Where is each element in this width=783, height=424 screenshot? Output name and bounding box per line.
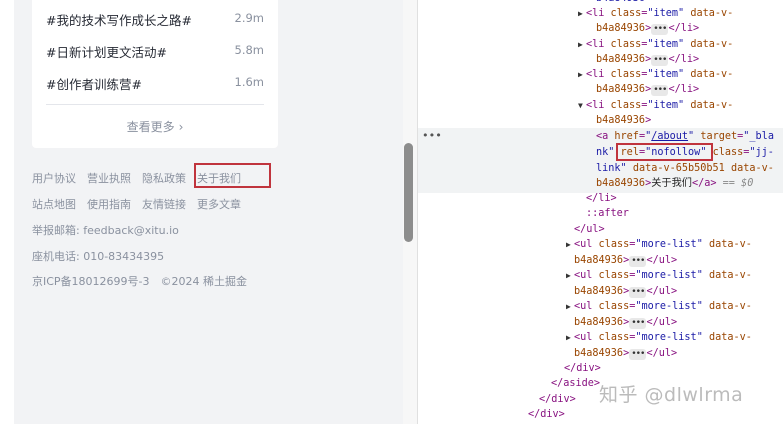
dom-node-li-expanded[interactable]: ▼ <li class="item" data-v- xyxy=(578,98,733,114)
footer-copyright: ©2024 稀土掘金 xyxy=(160,275,248,288)
collapsed-triangle-icon[interactable]: ▶ xyxy=(566,330,574,346)
dom-node-ul-cont: b4a84936> ••• </ul> xyxy=(574,317,678,329)
ellipsis-icon[interactable]: ••• xyxy=(651,85,669,96)
dom-close-div: </div> xyxy=(539,394,576,405)
footer-icp[interactable]: 京ICP备18012699号-3 xyxy=(32,275,150,288)
watermark-text: 知乎 @dlwlrma xyxy=(599,384,744,406)
dom-node-ul[interactable]: ▶ <ul class="more-list" data-v- xyxy=(566,299,752,315)
dom-node-ul[interactable]: ▶ <ul class="more-list" data-v- xyxy=(566,237,752,253)
topic-count: 1.6m xyxy=(234,75,265,89)
dom-node-ul-cont: b4a84936> ••• </ul> xyxy=(574,286,678,298)
node-menu-icon[interactable]: ••• xyxy=(422,128,442,144)
divider xyxy=(46,104,264,105)
ellipsis-icon[interactable]: ••• xyxy=(629,318,647,329)
chevron-right-icon: › xyxy=(178,120,184,134)
topic-name: #创作者训练营# xyxy=(46,77,142,92)
footer-link-business-license[interactable]: 营业执照 xyxy=(87,172,131,185)
scrollbar-thumb[interactable] xyxy=(404,143,413,242)
footer-link-guide[interactable]: 使用指南 xyxy=(87,198,131,211)
footer-icp-row: 京ICP备18012699号-3 ©2024 稀土掘金 xyxy=(32,273,258,289)
collapsed-triangle-icon[interactable]: ▶ xyxy=(578,37,586,53)
dom-node-ul-cont: b4a84936> ••• </ul> xyxy=(574,348,678,360)
topics-card: #我的技术写作成长之路# 2.9m #日新计划更文活动# 5.8m #创作者训练… xyxy=(32,0,278,148)
about-us-highlight-box xyxy=(194,163,271,188)
view-more-link[interactable]: 查看更多 › xyxy=(32,118,278,135)
collapsed-triangle-icon[interactable]: ▶ xyxy=(566,237,574,253)
ellipsis-icon[interactable]: ••• xyxy=(651,24,669,35)
dom-node-li[interactable]: ▶ <li class="item" data-v- xyxy=(578,37,733,53)
dom-close-div: </div> xyxy=(528,409,565,420)
dom-node-li-cont: b4a84936> ••• </li> xyxy=(596,23,700,35)
dom-node-ul[interactable]: ▶ <ul class="more-list" data-v- xyxy=(566,268,752,284)
footer-link-user-agreement[interactable]: 用户协议 xyxy=(32,172,76,185)
dom-node-anchor-cont: b4a84936>关于我们</a> == $0 xyxy=(596,178,754,189)
ellipsis-icon[interactable]: ••• xyxy=(629,256,647,267)
footer-link-friends[interactable]: 友情链接 xyxy=(142,198,186,211)
dom-node-li-cont: b4a84936> ••• </li> xyxy=(596,54,700,66)
topic-item[interactable]: #我的技术写作成长之路# 2.9m xyxy=(46,10,264,28)
collapsed-triangle-icon[interactable]: ▶ xyxy=(578,6,586,22)
footer-links-row: 站点地图 使用指南 友情链接 更多文章 xyxy=(32,196,252,212)
dom-close-aside: </aside> xyxy=(551,378,601,389)
ellipsis-icon[interactable]: ••• xyxy=(651,55,669,66)
ellipsis-icon[interactable]: ••• xyxy=(629,349,647,360)
dom-node-li-cont: b4a84936> xyxy=(596,115,652,126)
view-more-label: 查看更多 xyxy=(126,120,175,134)
topic-name: #我的技术写作成长之路# xyxy=(46,13,192,28)
collapsed-triangle-icon[interactable]: ▶ xyxy=(566,268,574,284)
topic-item[interactable]: #日新计划更文活动# 5.8m xyxy=(46,42,264,60)
ellipsis-icon[interactable]: ••• xyxy=(629,287,647,298)
dom-close-div: </div> xyxy=(564,363,601,374)
collapsed-triangle-icon[interactable]: ▶ xyxy=(566,299,574,315)
dom-close-ul: </ul> xyxy=(574,224,605,235)
dom-node-ul[interactable]: ▶ <ul class="more-list" data-v- xyxy=(566,330,752,346)
dom-close-li: </li> xyxy=(586,193,617,204)
dom-node-li[interactable]: ▶ <li class="item" data-v- xyxy=(578,67,733,83)
dom-node-anchor-cont: link" data-v-65b50b51 data-v- xyxy=(596,163,774,174)
footer-link-more-articles[interactable]: 更多文章 xyxy=(197,198,241,211)
page-preview: #我的技术写作成长之路# 2.9m #日新计划更文活动# 5.8m #创作者训练… xyxy=(14,0,403,424)
expanded-triangle-icon[interactable]: ▼ xyxy=(578,98,586,114)
dom-pseudo-after[interactable]: ::after xyxy=(586,206,629,222)
footer-report-email[interactable]: 举报邮箱: feedback@xitu.io xyxy=(32,222,179,238)
collapsed-triangle-icon[interactable]: ▶ xyxy=(578,67,586,83)
dom-node-ul-cont: b4a84936> ••• </ul> xyxy=(574,255,678,267)
topic-item[interactable]: #创作者训练营# 1.6m xyxy=(46,74,264,92)
topic-count: 5.8m xyxy=(234,43,265,57)
topic-name: #日新计划更文活动# xyxy=(46,45,167,60)
footer-link-sitemap[interactable]: 站点地图 xyxy=(32,198,76,211)
devtools-elements-panel: ••• b4a84936 ▶<li class="item" data-v- b… xyxy=(417,0,783,424)
footer-link-privacy[interactable]: 隐私政策 xyxy=(142,172,186,185)
dom-node-li[interactable]: ▶ <li class="item" data-v- xyxy=(578,6,733,22)
footer-phone: 座机电话: 010-83434395 xyxy=(32,250,165,263)
topic-count: 2.9m xyxy=(234,11,265,25)
dom-node-li-cont: b4a84936> ••• </li> xyxy=(596,84,700,96)
rel-nofollow-highlight-box xyxy=(616,143,713,161)
